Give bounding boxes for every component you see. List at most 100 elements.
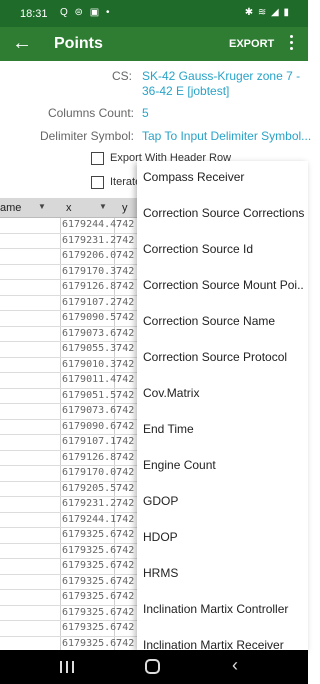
table-row[interactable]: 6179011.4742 7	[0, 373, 137, 389]
cell-x: 6179107.2742	[62, 296, 135, 308]
table-row[interactable]: 6179107.1742 7	[0, 435, 137, 451]
column-header-y[interactable]: y	[122, 202, 128, 214]
table-row[interactable]: 6179090.5742 7	[0, 311, 137, 327]
dropdown-item[interactable]: Correction Source Corrections	[143, 206, 304, 220]
dropdown-item[interactable]: Correction Source Name	[143, 314, 275, 328]
notification-icons: Q ⊜ ▣ •	[60, 7, 112, 18]
cell-y: 7	[116, 281, 123, 292]
cell-x: 6179325.6742	[62, 637, 135, 649]
export-header-checkbox[interactable]	[91, 152, 104, 165]
table-row[interactable]: 6179090.6742 7	[0, 420, 137, 435]
table-row[interactable]: 6179325.6742 7	[0, 621, 137, 637]
table-row[interactable]: 6179055.3742 7	[0, 342, 137, 358]
column-header-x[interactable]: x	[66, 202, 72, 214]
table-row[interactable]: 6179244.4742 7	[0, 218, 137, 234]
cell-x: 6179010.3742	[62, 358, 135, 370]
dropdown-item[interactable]: GDOP	[143, 494, 178, 508]
table-row[interactable]: 6179170.3742 7	[0, 265, 137, 280]
dropdown-item[interactable]: Compass Receiver	[143, 170, 244, 184]
table-row[interactable]: 6179206.0742 7	[0, 249, 137, 265]
status-bar: 18:31 Q ⊜ ▣ • ✱ ≋ ◢ ▮	[0, 0, 308, 27]
recent-apps-icon[interactable]	[60, 660, 74, 674]
cell-y: 7	[116, 250, 123, 261]
table-row[interactable]: 6179126.8742 7	[0, 451, 137, 466]
cell-x: 6179090.6742	[62, 420, 135, 432]
table-row[interactable]: 6179107.2742 7	[0, 296, 137, 311]
table-row[interactable]: 6179231.2742 7	[0, 497, 137, 513]
table-row[interactable]: 6179325.6742 7	[0, 528, 137, 544]
cell-y: 7	[116, 219, 123, 230]
cell-x: 6179244.4742	[62, 219, 135, 230]
cell-y: 7	[116, 234, 123, 246]
iterate-checkbox[interactable]	[91, 176, 104, 189]
cell-x: 6179325.6742	[62, 529, 135, 540]
table-row[interactable]: 6179126.8742 7	[0, 280, 137, 296]
dropdown-item[interactable]: HRMS	[143, 566, 178, 580]
table-row[interactable]: 6179073.6742 7	[0, 404, 137, 420]
back-nav-icon[interactable]: ‹	[232, 655, 238, 676]
dropdown-item[interactable]: Correction Source Mount Poi..	[143, 278, 304, 292]
cell-y: 7	[116, 327, 123, 339]
table-row[interactable]: 6179325.6742 7	[0, 559, 137, 575]
table-row[interactable]: 6179325.6742 7	[0, 575, 137, 590]
columns-count-label: Columns Count:	[47, 106, 134, 120]
cell-x: 6179325.6742	[62, 575, 135, 587]
dropdown-item[interactable]: Cov.Matrix	[143, 386, 199, 400]
system-nav-bar: ‹	[0, 650, 308, 684]
dropdown-item[interactable]: Engine Count	[143, 458, 216, 472]
cell-x: 6179170.3742	[62, 265, 135, 277]
table-row[interactable]: 6179051.5742 7	[0, 389, 137, 404]
cell-y: 7	[116, 343, 123, 354]
cell-y: 7	[116, 622, 123, 633]
dropdown-item[interactable]: HDOP	[143, 530, 178, 544]
cell-y: 7	[116, 482, 123, 494]
export-button[interactable]: EXPORT	[229, 38, 274, 50]
app-bar: ← Points EXPORT	[0, 27, 308, 61]
more-options-icon[interactable]	[284, 32, 298, 56]
cell-y: 7	[116, 544, 123, 556]
cell-x: 6179073.6742	[62, 405, 135, 416]
table-row[interactable]: 6179073.6742 7	[0, 327, 137, 342]
cell-y: 7	[116, 420, 123, 432]
table-row[interactable]: 6179325.6742 7	[0, 637, 137, 651]
table-row[interactable]: 6179231.2742 7	[0, 234, 137, 249]
cs-value-line2[interactable]: 36-42 E [jobtest]	[142, 84, 229, 98]
cell-y: 7	[116, 513, 123, 525]
cell-x: 6179126.8742	[62, 281, 135, 292]
dropdown-item[interactable]: Inclination Martix Receiver	[143, 638, 284, 650]
column-header-name[interactable]: ame	[0, 202, 21, 214]
points-table: ame ▼ x ▼ y 6179244.4742 7 6179231.2742 7 61…	[0, 198, 137, 650]
back-arrow-icon[interactable]: ←	[10, 31, 34, 55]
delimiter-input[interactable]: Tap To Input Delimiter Symbol...	[142, 129, 311, 143]
table-row[interactable]: 6179205.5742 7	[0, 482, 137, 497]
delimiter-label: Delimiter Symbol:	[39, 129, 134, 143]
cell-y: 7	[116, 374, 123, 385]
status-time: 18:31	[20, 8, 48, 20]
signal-battery-icons: ✱ ≋ ◢ ▮	[244, 7, 290, 18]
dropdown-item[interactable]: Correction Source Id	[143, 242, 253, 256]
cell-x: 6179107.1742	[62, 436, 135, 447]
cs-value-line1[interactable]: SK-42 Gauss-Kruger zone 7 -	[142, 69, 300, 83]
cell-x: 6179325.6742	[62, 622, 135, 633]
table-row[interactable]: 6179325.6742 7	[0, 590, 137, 606]
cell-y: 7	[116, 358, 123, 370]
dropdown-item[interactable]: Inclination Martix Controller	[143, 602, 288, 616]
home-icon[interactable]	[145, 659, 160, 674]
sort-arrow-icon[interactable]: ▼	[99, 202, 107, 211]
page-title: Points	[54, 35, 103, 52]
table-row[interactable]: 6179325.6742 7	[0, 544, 137, 559]
table-row[interactable]: 6179325.6742 7	[0, 606, 137, 621]
sort-arrow-icon[interactable]: ▼	[38, 202, 46, 211]
cell-x: 6179055.3742	[62, 343, 135, 354]
cell-x: 6179126.8742	[62, 451, 135, 463]
table-row[interactable]: 6179170.0742 7	[0, 466, 137, 482]
columns-count-value[interactable]: 5	[142, 106, 149, 120]
dropdown-item[interactable]: Correction Source Protocol	[143, 350, 287, 364]
cell-x: 6179206.0742	[62, 250, 135, 261]
cell-y: 7	[116, 575, 123, 587]
cell-y: 7	[116, 591, 123, 602]
dropdown-item[interactable]: End Time	[143, 422, 194, 436]
table-row[interactable]: 6179244.1742 7	[0, 513, 137, 528]
cell-x: 6179011.4742	[62, 374, 135, 385]
table-row[interactable]: 6179010.3742 7	[0, 358, 137, 373]
